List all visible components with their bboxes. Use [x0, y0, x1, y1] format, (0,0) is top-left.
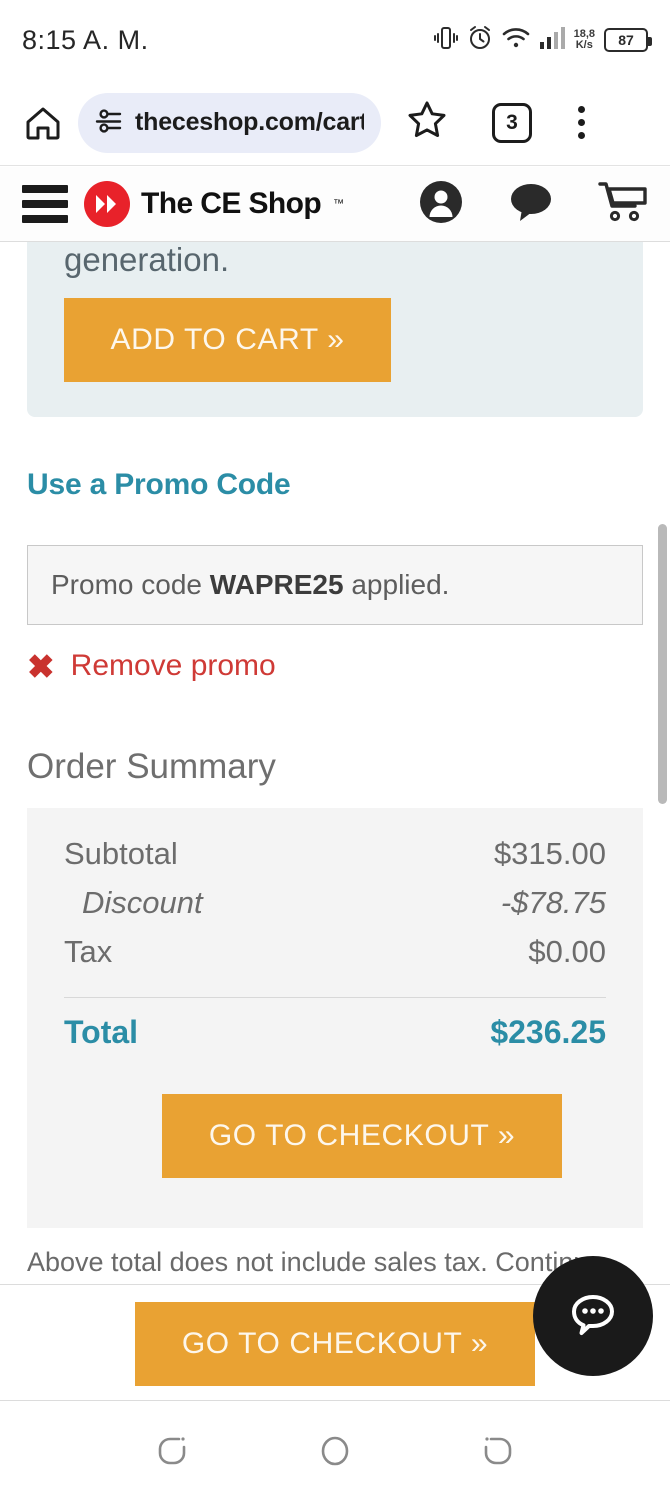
go-to-checkout-button-sticky[interactable]: GO TO CHECKOUT » [135, 1302, 535, 1386]
address-bar[interactable]: theceshop.com/cart- [78, 92, 381, 153]
summary-row-discount: Discount -$78.75 [64, 885, 606, 934]
recents-icon[interactable] [477, 1430, 519, 1472]
remove-promo-link[interactable]: ✖ Remove promo [27, 649, 276, 683]
go-to-checkout-button[interactable]: GO TO CHECKOUT » [162, 1094, 562, 1178]
signal-icon [539, 26, 565, 55]
header-actions [418, 179, 648, 230]
promo-applied-text: Promo code WAPRE25 applied. [51, 569, 449, 601]
home-circle-icon[interactable] [314, 1430, 356, 1472]
network-speed-unit: K/s [575, 39, 593, 51]
product-description-text: generation. [64, 242, 230, 278]
star-icon[interactable] [405, 98, 449, 147]
promo-applied-prefix: Promo code [51, 569, 210, 600]
order-summary-title: Order Summary [27, 747, 276, 786]
hamburger-icon[interactable] [22, 185, 68, 223]
home-icon[interactable] [20, 102, 66, 144]
discount-value: -$78.75 [500, 885, 606, 920]
remove-promo-label: Remove promo [70, 649, 276, 682]
url-text[interactable]: theceshop.com/cart- [135, 108, 364, 137]
go-to-checkout-label: GO TO CHECKOUT » [208, 1119, 516, 1152]
phone-screen: 8:15 A. M. 18,8 K/s 87 theceshop.com/car… [0, 0, 670, 1500]
total-label: Total [64, 1014, 139, 1050]
summary-row-tax: Tax $0.00 [64, 934, 606, 983]
wifi-icon [502, 26, 530, 55]
x-mark-icon: ✖ [27, 647, 55, 685]
network-speed-indicator: 18,8 K/s [574, 29, 595, 51]
promo-code-value: WAPRE25 [209, 569, 344, 600]
chat-bubble-dots-icon [563, 1284, 623, 1349]
battery-level-text: 87 [618, 32, 634, 48]
vibrate-icon [433, 25, 458, 56]
alarm-icon [467, 25, 493, 56]
chat-widget-button[interactable] [533, 1256, 653, 1376]
order-summary-card: Subtotal $315.00 Discount -$78.75 Tax $0… [27, 808, 643, 1228]
go-to-checkout-sticky-label: GO TO CHECKOUT » [181, 1327, 489, 1360]
site-header: The CE Shop ™ [0, 167, 670, 242]
browser-toolbar: theceshop.com/cart- 3 [0, 80, 670, 166]
summary-divider [64, 997, 606, 998]
summary-row-total: Total $236.25 [64, 1014, 606, 1063]
tax-value: $0.00 [528, 934, 606, 969]
tab-count-text: 3 [506, 111, 518, 134]
add-to-cart-button[interactable]: ADD TO CART » [64, 298, 391, 382]
promo-applied-suffix: applied. [343, 569, 450, 600]
page-content: generation. ADD TO CART » Use a Promo Co… [0, 242, 670, 1284]
subtotal-label: Subtotal [64, 836, 178, 871]
account-icon[interactable] [418, 179, 464, 230]
sales-tax-note: Above total does not include sales tax. … [27, 1247, 589, 1277]
logo-mark-icon [84, 181, 130, 227]
status-bar-clock: 8:15 A. M. [22, 24, 149, 55]
page-scrollbar[interactable] [658, 524, 667, 804]
discount-label: Discount [82, 885, 203, 920]
brand-name-text: The CE Shop [141, 187, 322, 220]
status-bar-icons: 18,8 K/s 87 [433, 25, 652, 56]
android-navigation-bar [0, 1401, 670, 1500]
subtotal-value: $315.00 [493, 836, 606, 871]
shopping-cart-icon[interactable] [598, 180, 648, 229]
product-promo-card: generation. ADD TO CART » [27, 242, 643, 417]
total-value: $236.25 [490, 1014, 606, 1050]
status-bar: 8:15 A. M. 18,8 K/s 87 [0, 0, 670, 80]
tab-switcher-button[interactable]: 3 [492, 102, 532, 143]
back-icon[interactable] [151, 1430, 193, 1472]
site-logo[interactable]: The CE Shop ™ [84, 181, 344, 227]
battery-icon: 87 [604, 28, 652, 52]
chat-bubble-icon[interactable] [508, 181, 554, 228]
summary-row-subtotal: Subtotal $315.00 [64, 836, 606, 885]
add-to-cart-label: ADD TO CART » [110, 323, 345, 356]
tax-label: Tax [64, 934, 113, 969]
brand-trademark: ™ [333, 198, 345, 210]
promo-code-heading: Use a Promo Code [27, 468, 291, 501]
overflow-menu-icon[interactable] [578, 106, 585, 139]
tune-icon[interactable] [95, 107, 122, 139]
promo-applied-box: Promo code WAPRE25 applied. [27, 545, 643, 625]
